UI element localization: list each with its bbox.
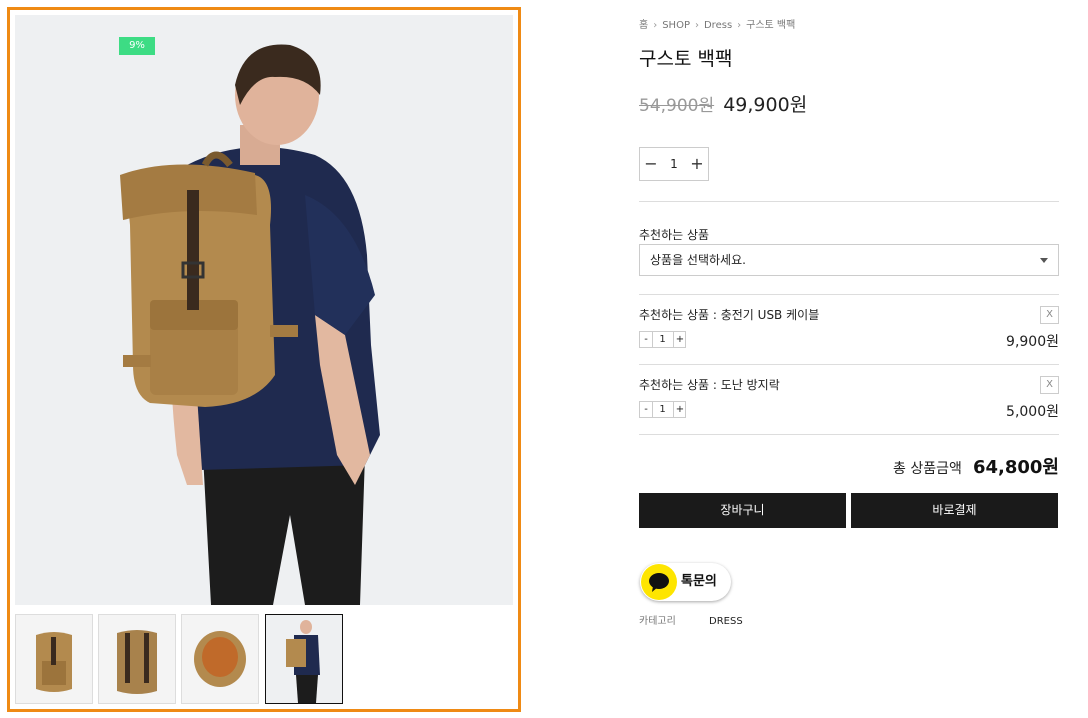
divider <box>639 364 1059 365</box>
option-increase-button[interactable]: + <box>673 332 686 347</box>
divider <box>639 294 1059 295</box>
breadcrumb-current: 구스토 백팩 <box>746 20 796 31</box>
chat-bubble-icon <box>641 564 677 600</box>
option-quantity-value[interactable]: 1 <box>652 332 673 347</box>
recommend-select-value: 상품을 선택하세요. <box>650 253 746 267</box>
thumbnail-3[interactable] <box>181 614 259 704</box>
quantity-stepper: − 1 + <box>639 147 709 181</box>
product-gallery: 9% <box>7 7 521 712</box>
backpack-back-thumbnail <box>99 615 175 703</box>
product-title: 구스토 백팩 <box>639 48 733 70</box>
option-price: 9,900원 <box>1006 334 1059 350</box>
total-amount: 64,800원 <box>972 457 1059 478</box>
original-price: 54,900원 <box>639 96 715 116</box>
discount-badge: 9% <box>119 37 155 55</box>
recommend-label: 추천하는 상품 <box>639 228 710 242</box>
option-price: 5,000원 <box>1006 404 1059 420</box>
option-quantity-value[interactable]: 1 <box>652 402 673 417</box>
remove-option-button[interactable]: X <box>1040 376 1059 394</box>
quantity-increase-button[interactable]: + <box>686 148 708 180</box>
category-value[interactable]: DRESS <box>709 616 743 627</box>
option-quantity-stepper: - 1 + <box>639 331 686 348</box>
recommend-select[interactable]: 상품을 선택하세요. <box>639 244 1059 276</box>
buy-now-button[interactable]: 바로결제 <box>851 493 1058 528</box>
option-quantity-stepper: - 1 + <box>639 401 686 418</box>
breadcrumb-dress[interactable]: Dress <box>704 20 732 31</box>
selected-option-name: 추천하는 상품 : 도난 방지락 <box>639 378 780 392</box>
selected-option-name: 추천하는 상품 : 충전기 USB 케이블 <box>639 308 820 322</box>
add-to-cart-button[interactable]: 장바구니 <box>639 493 846 528</box>
total-price-row: 총 상품금액 64,800원 <box>893 453 1059 479</box>
divider <box>639 201 1059 202</box>
backpack-front-thumbnail <box>16 615 92 703</box>
price-row: 54,900원 49,900원 <box>639 90 807 117</box>
chevron-right-icon: › <box>737 20 742 31</box>
sale-price: 49,900원 <box>723 94 808 116</box>
thumbnail-4-active[interactable] <box>265 614 343 704</box>
quantity-decrease-button[interactable]: − <box>640 148 662 180</box>
backpack-top-thumbnail <box>182 615 258 703</box>
chevron-right-icon: › <box>653 20 658 31</box>
chevron-right-icon: › <box>694 20 699 31</box>
breadcrumb-home[interactable]: 홈 <box>639 16 648 31</box>
kakao-label: 톡문의 <box>681 574 717 589</box>
breadcrumb-shop[interactable]: SHOP <box>662 20 690 31</box>
product-meta: 카테고리 DRESS <box>639 612 743 627</box>
breadcrumb: 홈 › SHOP › Dress › 구스토 백팩 <box>639 16 795 31</box>
total-label: 총 상품금액 <box>893 461 962 477</box>
divider <box>639 434 1059 435</box>
main-product-image[interactable]: 9% <box>15 15 513 605</box>
thumbnail-2[interactable] <box>98 614 176 704</box>
model-thumbnail <box>266 615 342 703</box>
caret-down-icon <box>1040 258 1048 263</box>
thumbnail-1[interactable] <box>15 614 93 704</box>
model-with-backpack-illustration <box>15 15 513 605</box>
kakao-talk-inquiry-button[interactable]: 톡문의 <box>640 563 732 601</box>
category-label: 카테고리 <box>639 616 676 627</box>
remove-option-button[interactable]: X <box>1040 306 1059 324</box>
quantity-value[interactable]: 1 <box>662 148 686 180</box>
option-increase-button[interactable]: + <box>673 402 686 417</box>
